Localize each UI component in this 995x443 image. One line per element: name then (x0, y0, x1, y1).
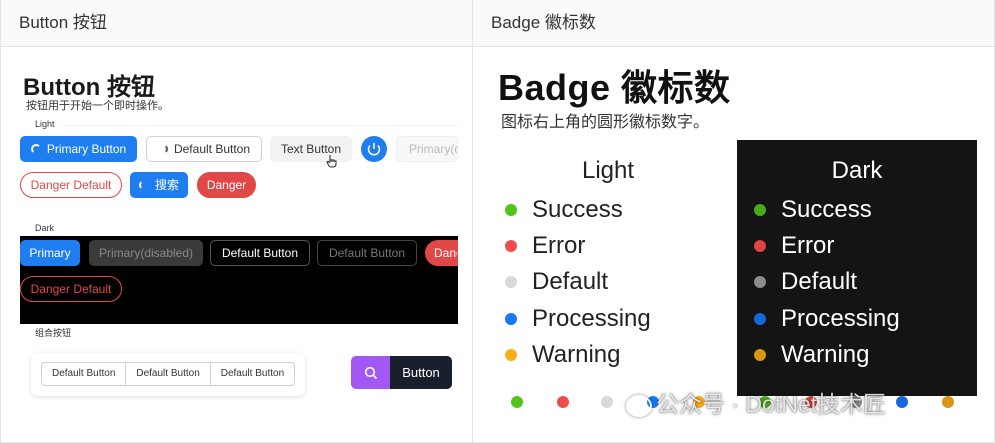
group-button-3[interactable]: Default Button (211, 363, 294, 385)
watermark: 公众号 · DotNet技术匠 (626, 385, 886, 419)
dark-badge-dot-warning (942, 396, 954, 408)
section-label-dark: Dark (35, 223, 55, 233)
loading-icon (138, 179, 149, 190)
status-label: Error (781, 232, 835, 259)
loading-icon (30, 143, 41, 154)
dark-column-title: Dark (831, 157, 883, 184)
search-icon (351, 356, 390, 389)
status-label: Warning (532, 341, 621, 368)
column-header-button: Button 按钮 (1, 0, 472, 46)
primary-disabled-button: Primary(disabled) (396, 136, 458, 162)
status-dot-icon (505, 276, 517, 288)
status-dot-icon (505, 313, 517, 325)
dark-status-success: Success (754, 195, 872, 225)
status-label: Processing (532, 305, 651, 332)
dark-danger-button[interactable]: Danger (425, 240, 458, 266)
status-label: Success (781, 196, 872, 223)
button-group-card: Default Button Default Button Default Bu… (31, 353, 305, 396)
status-label: Success (532, 196, 623, 223)
hand-cursor-icon (326, 155, 337, 168)
status-dot-icon (754, 276, 766, 288)
section-label-group: 组合按钮 (35, 328, 72, 338)
wechat-logo-icon (626, 394, 652, 417)
light-status-processing: Processing (505, 304, 651, 334)
column-header-badge: Badge 徽标数 (473, 0, 994, 46)
divider (63, 125, 458, 126)
button-preview: Button 按钮 按钮用于开始一个即时操作。 Light Primary Bu… (1, 47, 472, 442)
light-status-warning: Warning (505, 340, 620, 370)
dark-primary-disabled-button: Primary(disabled) (89, 240, 203, 266)
dark-badge-dot-processing (896, 396, 908, 408)
divider (472, 0, 473, 443)
search-loading-button[interactable]: 搜索 (130, 172, 188, 198)
search-button[interactable]: Button (351, 356, 452, 389)
dark-default-disabled-button: Default Button (317, 240, 417, 266)
badge-dot-default (601, 396, 613, 408)
search-button-label: Button (390, 356, 452, 389)
badge-dot-success (511, 396, 523, 408)
section-label-light: Light (35, 119, 55, 129)
status-dot-icon (754, 313, 766, 325)
badge-preview: Badge 徽标数 图标右上角的圆形徽标数字。 Light Dark Succe… (474, 47, 994, 442)
default-loading-button[interactable]: Default Button (146, 136, 262, 162)
dark-status-error: Error (754, 231, 834, 261)
danger-default-button[interactable]: Danger Default (20, 172, 122, 198)
page-subtitle: 按钮用于开始一个即时操作。 (26, 100, 169, 112)
dark-primary-button[interactable]: Primary (20, 240, 80, 266)
light-status-error: Error (505, 231, 585, 261)
status-dot-icon (505, 349, 517, 361)
light-status-default: Default (505, 267, 608, 297)
primary-loading-button[interactable]: Primary Button (20, 136, 137, 162)
status-dot-icon (754, 240, 766, 252)
button-group: Default Button Default Button Default Bu… (41, 362, 296, 386)
status-label: Default (781, 268, 858, 295)
danger-button[interactable]: Danger (197, 172, 256, 198)
group-button-1[interactable]: Default Button (42, 363, 127, 385)
status-label: Default (532, 268, 609, 295)
power-icon (367, 143, 381, 156)
dark-default-button[interactable]: Default Button (210, 240, 310, 266)
status-dot-icon (505, 240, 517, 252)
badge-dot-error (557, 396, 569, 408)
loading-icon (158, 143, 168, 154)
group-button-2[interactable]: Default Button (126, 363, 211, 385)
dark-status-warning: Warning (754, 340, 869, 370)
text-button[interactable]: Text Button (270, 136, 352, 162)
power-button[interactable] (361, 136, 387, 162)
dark-status-processing: Processing (754, 304, 900, 334)
status-label: Error (532, 232, 586, 259)
status-dot-icon (505, 204, 517, 216)
status-label: Warning (781, 341, 870, 368)
dark-danger-default-button[interactable]: Danger Default (20, 276, 122, 302)
page-subtitle: 图标右上角的圆形徽标数字。 (501, 114, 710, 131)
status-label: Processing (781, 305, 900, 332)
light-column-title: Light (581, 157, 635, 184)
status-dot-icon (754, 349, 766, 361)
light-status-success: Success (505, 195, 623, 225)
dark-status-default: Default (754, 267, 857, 297)
status-dot-icon (754, 204, 766, 216)
page-title: Badge 徽标数 (498, 67, 731, 108)
